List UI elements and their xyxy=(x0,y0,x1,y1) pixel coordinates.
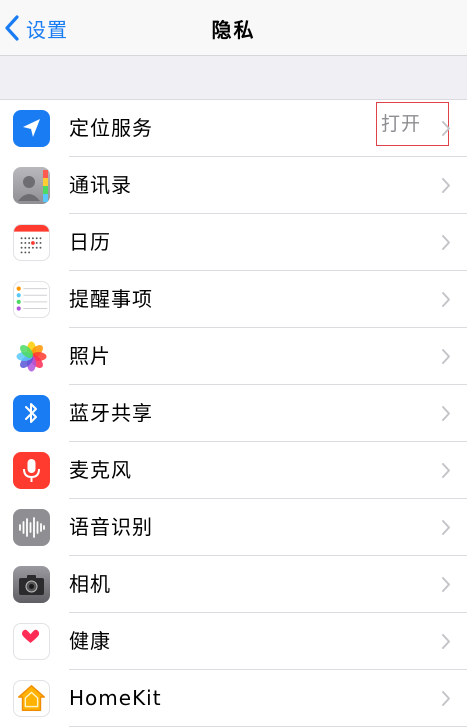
chevron-right-icon xyxy=(442,520,450,535)
row-speech-recognition[interactable]: 语音识别 xyxy=(0,499,467,556)
chevron-right-icon xyxy=(442,121,450,136)
row-health[interactable]: 健康 xyxy=(0,613,467,670)
row-label: 相机 xyxy=(69,572,111,596)
row-microphone[interactable]: 麦克风 xyxy=(0,442,467,499)
chevron-right-icon xyxy=(442,292,450,307)
calendar-icon xyxy=(13,224,50,261)
chevron-right-icon xyxy=(442,691,450,706)
row-camera[interactable]: 相机 xyxy=(0,556,467,613)
bluetooth-icon xyxy=(13,395,50,432)
row-label: 语音识别 xyxy=(69,515,153,539)
location-arrow-icon xyxy=(13,110,50,147)
row-homekit[interactable]: HomeKit xyxy=(0,670,467,727)
row-label: 定位服务 xyxy=(69,116,153,140)
health-heart-icon xyxy=(13,623,50,660)
speech-recognition-icon xyxy=(13,509,50,546)
chevron-right-icon xyxy=(442,577,450,592)
row-label: 麦克风 xyxy=(69,458,132,482)
row-label: 提醒事项 xyxy=(69,287,153,311)
reminders-icon xyxy=(13,281,50,318)
chevron-right-icon xyxy=(442,463,450,478)
homekit-icon xyxy=(13,680,50,717)
row-label: 照片 xyxy=(69,344,111,368)
privacy-list: 定位服务 打开 通讯录 日历 提醒事项 照片 蓝牙共享 麦克风 语音识别 相机 … xyxy=(0,100,467,727)
chevron-right-icon xyxy=(442,406,450,421)
section-spacer xyxy=(0,56,467,100)
row-contacts[interactable]: 通讯录 xyxy=(0,157,467,214)
microphone-icon xyxy=(13,452,50,489)
photos-icon xyxy=(13,338,50,375)
row-label: 日历 xyxy=(69,230,111,254)
row-label: HomeKit xyxy=(69,686,162,710)
row-photos[interactable]: 照片 xyxy=(0,328,467,385)
row-reminders[interactable]: 提醒事项 xyxy=(0,271,467,328)
row-label: 通讯录 xyxy=(69,173,132,197)
row-label: 蓝牙共享 xyxy=(69,401,153,425)
chevron-right-icon xyxy=(442,235,450,250)
row-location-services[interactable]: 定位服务 打开 xyxy=(0,100,467,157)
page-title: 隐私 xyxy=(211,18,256,42)
row-calendar[interactable]: 日历 xyxy=(0,214,467,271)
contacts-icon xyxy=(13,167,50,204)
navigation-bar: 设置 隐私 xyxy=(0,0,467,56)
row-label: 健康 xyxy=(69,629,111,653)
camera-icon xyxy=(13,566,50,603)
location-status-value: 打开 xyxy=(376,102,449,146)
chevron-right-icon xyxy=(442,349,450,364)
row-bluetooth-sharing[interactable]: 蓝牙共享 xyxy=(0,385,467,442)
chevron-right-icon xyxy=(442,634,450,649)
chevron-right-icon xyxy=(442,178,450,193)
